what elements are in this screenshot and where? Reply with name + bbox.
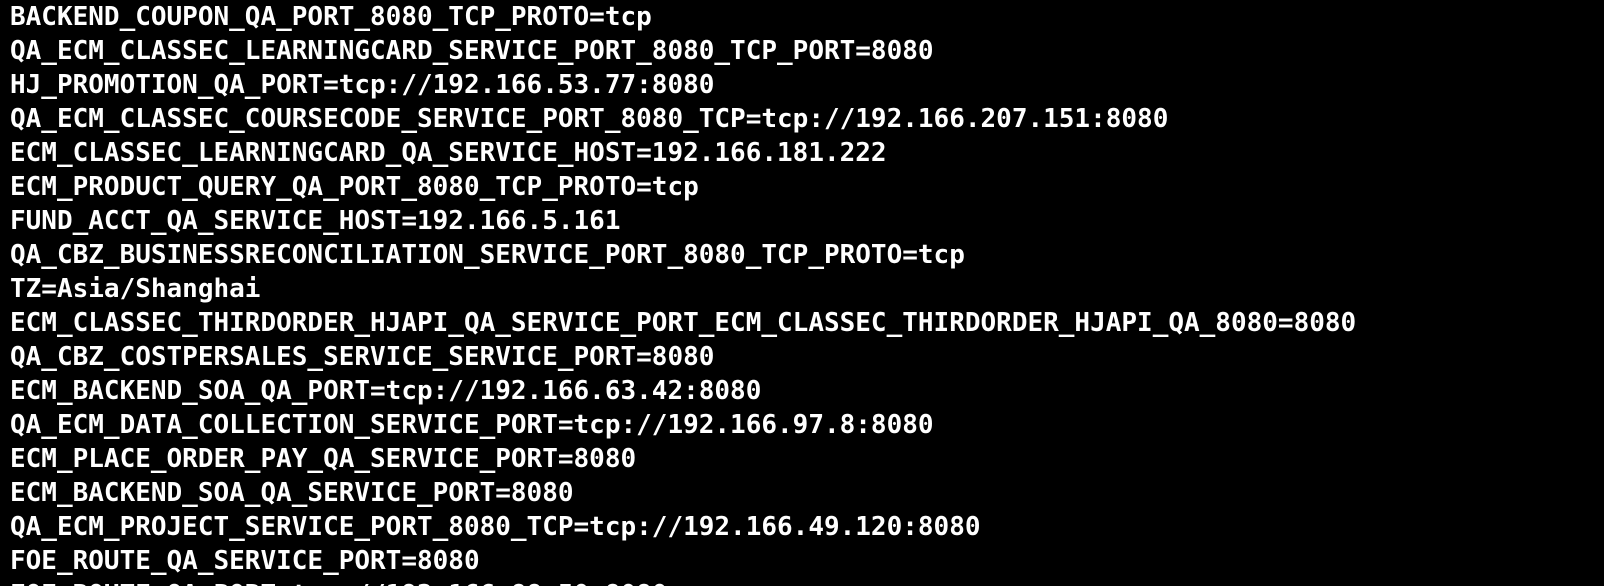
- terminal-line: ECM_CLASSEC_THIRDORDER_HJAPI_QA_SERVICE_…: [10, 308, 1357, 338]
- terminal-line: ECM_PLACE_ORDER_PAY_QA_SERVICE_PORT=8080: [10, 444, 637, 474]
- terminal-line: HJ_PROMOTION_QA_PORT=tcp://192.166.53.77…: [10, 70, 715, 100]
- terminal-line: TZ=Asia/Shanghai: [10, 274, 261, 304]
- terminal-line: FOE_ROUTE_QA_PORT=tcp://192.166.88.50:80…: [10, 578, 1356, 586]
- terminal-line: QA_CBZ_COSTPERSALES_SERVICE_SERVICE_PORT…: [10, 342, 715, 372]
- terminal-line: QA_ECM_PROJECT_SERVICE_PORT_8080_TCP=tcp…: [10, 512, 981, 542]
- terminal-line: QA_ECM_CLASSEC_COURSECODE_SERVICE_PORT_8…: [10, 104, 1169, 134]
- terminal-line: FOE_ROUTE_QA_SERVICE_PORT=8080: [10, 546, 480, 576]
- terminal-line: QA_CBZ_BUSINESSRECONCILIATION_SERVICE_PO…: [10, 240, 965, 270]
- terminal-line: QA_ECM_CLASSEC_LEARNINGCARD_SERVICE_PORT…: [10, 36, 934, 66]
- terminal-line: ECM_CLASSEC_LEARNINGCARD_QA_SERVICE_HOST…: [10, 138, 887, 168]
- terminal-window[interactable]: BACKEND_COUPON_QA_PORT_8080_TCP_PROTO=tc…: [0, 0, 1604, 586]
- terminal-line: ECM_BACKEND_SOA_QA_SERVICE_PORT=8080: [10, 478, 574, 508]
- terminal-line: ECM_BACKEND_SOA_QA_PORT=tcp://192.166.63…: [10, 376, 762, 406]
- terminal-line: FUND_ACCT_QA_SERVICE_HOST=192.166.5.161: [10, 206, 621, 236]
- terminal-output: BACKEND_COUPON_QA_PORT_8080_TCP_PROTO=tc…: [10, 0, 1356, 586]
- terminal-line: BACKEND_COUPON_QA_PORT_8080_TCP_PROTO=tc…: [10, 2, 652, 32]
- terminal-line: QA_ECM_DATA_COLLECTION_SERVICE_PORT=tcp:…: [10, 410, 934, 440]
- terminal-line: ECM_PRODUCT_QUERY_QA_PORT_8080_TCP_PROTO…: [10, 172, 699, 202]
